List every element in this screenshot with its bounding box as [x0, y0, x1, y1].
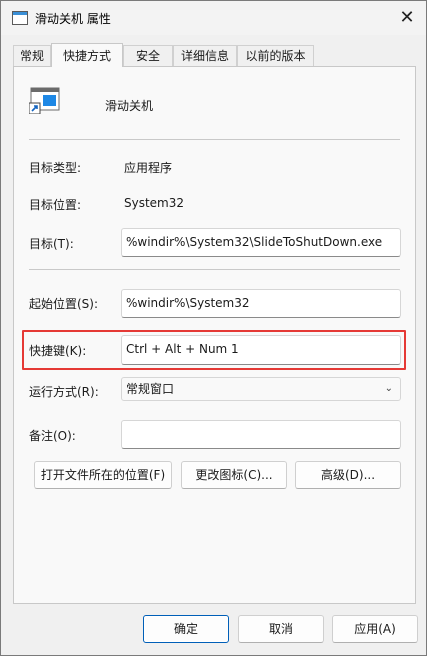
- hotkey-label: 快捷键(K):: [29, 344, 87, 358]
- target-location-value: System32: [124, 196, 185, 210]
- divider: [29, 269, 400, 270]
- tab-security[interactable]: 安全: [123, 45, 173, 66]
- shortcut-app-icon: [29, 87, 60, 114]
- target-input[interactable]: %windir%\System32\SlideToShutDown.exe: [121, 228, 401, 257]
- target-location-label: 目标位置:: [29, 198, 82, 212]
- properties-window: 滑动关机 属性 ✕ 常规 快捷方式 安全 详细信息 以前的版本 滑动关机 目标类…: [0, 0, 427, 656]
- comment-input[interactable]: [121, 420, 401, 449]
- window-title: 滑动关机 属性: [35, 12, 111, 26]
- start-in-label: 起始位置(S):: [29, 297, 99, 311]
- close-icon[interactable]: ✕: [396, 7, 418, 29]
- window-icon: [12, 11, 28, 25]
- shortcut-name: 滑动关机: [105, 99, 154, 113]
- comment-label: 备注(O):: [29, 429, 76, 443]
- tab-details[interactable]: 详细信息: [173, 45, 237, 66]
- tab-shortcut[interactable]: 快捷方式: [51, 43, 123, 67]
- run-select-value: 常规窗口: [126, 382, 175, 396]
- run-label: 运行方式(R):: [29, 385, 99, 399]
- apply-button[interactable]: 应用(A): [332, 615, 418, 643]
- hotkey-input[interactable]: Ctrl + Alt + Num 1: [121, 335, 401, 365]
- ok-button[interactable]: 确定: [143, 615, 229, 643]
- open-file-location-button[interactable]: 打开文件所在的位置(F): [34, 461, 172, 489]
- advanced-button[interactable]: 高级(D)...: [295, 461, 401, 489]
- tab-general[interactable]: 常规: [13, 45, 51, 66]
- target-type-label: 目标类型:: [29, 161, 82, 175]
- chevron-down-icon: ⌄: [384, 383, 393, 394]
- start-in-input[interactable]: %windir%\System32: [121, 289, 401, 318]
- change-icon-button[interactable]: 更改图标(C)...: [181, 461, 287, 489]
- cancel-button[interactable]: 取消: [238, 615, 324, 643]
- tab-previous-versions[interactable]: 以前的版本: [237, 45, 314, 66]
- title-bar: 滑动关机 属性 ✕: [1, 1, 426, 35]
- target-type-value: 应用程序: [124, 161, 173, 175]
- target-label: 目标(T):: [29, 237, 74, 251]
- divider: [29, 139, 400, 140]
- run-select[interactable]: 常规窗口 ⌄: [121, 377, 401, 401]
